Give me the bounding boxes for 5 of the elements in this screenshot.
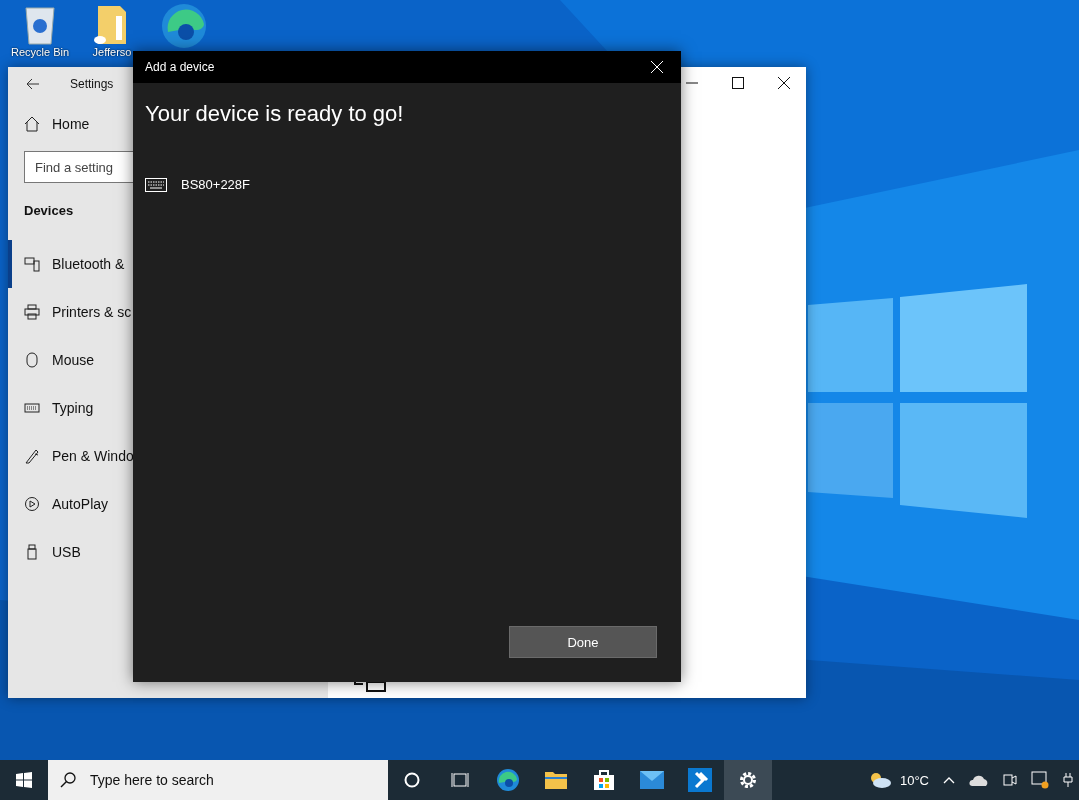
dialog-heading: Your device is ready to go!: [145, 101, 405, 127]
section-heading: Devices: [23, 202, 75, 220]
window-title: Settings: [70, 77, 114, 91]
dialog-title: Add a device: [145, 60, 215, 74]
device-name: BS80+228F: [181, 177, 251, 192]
